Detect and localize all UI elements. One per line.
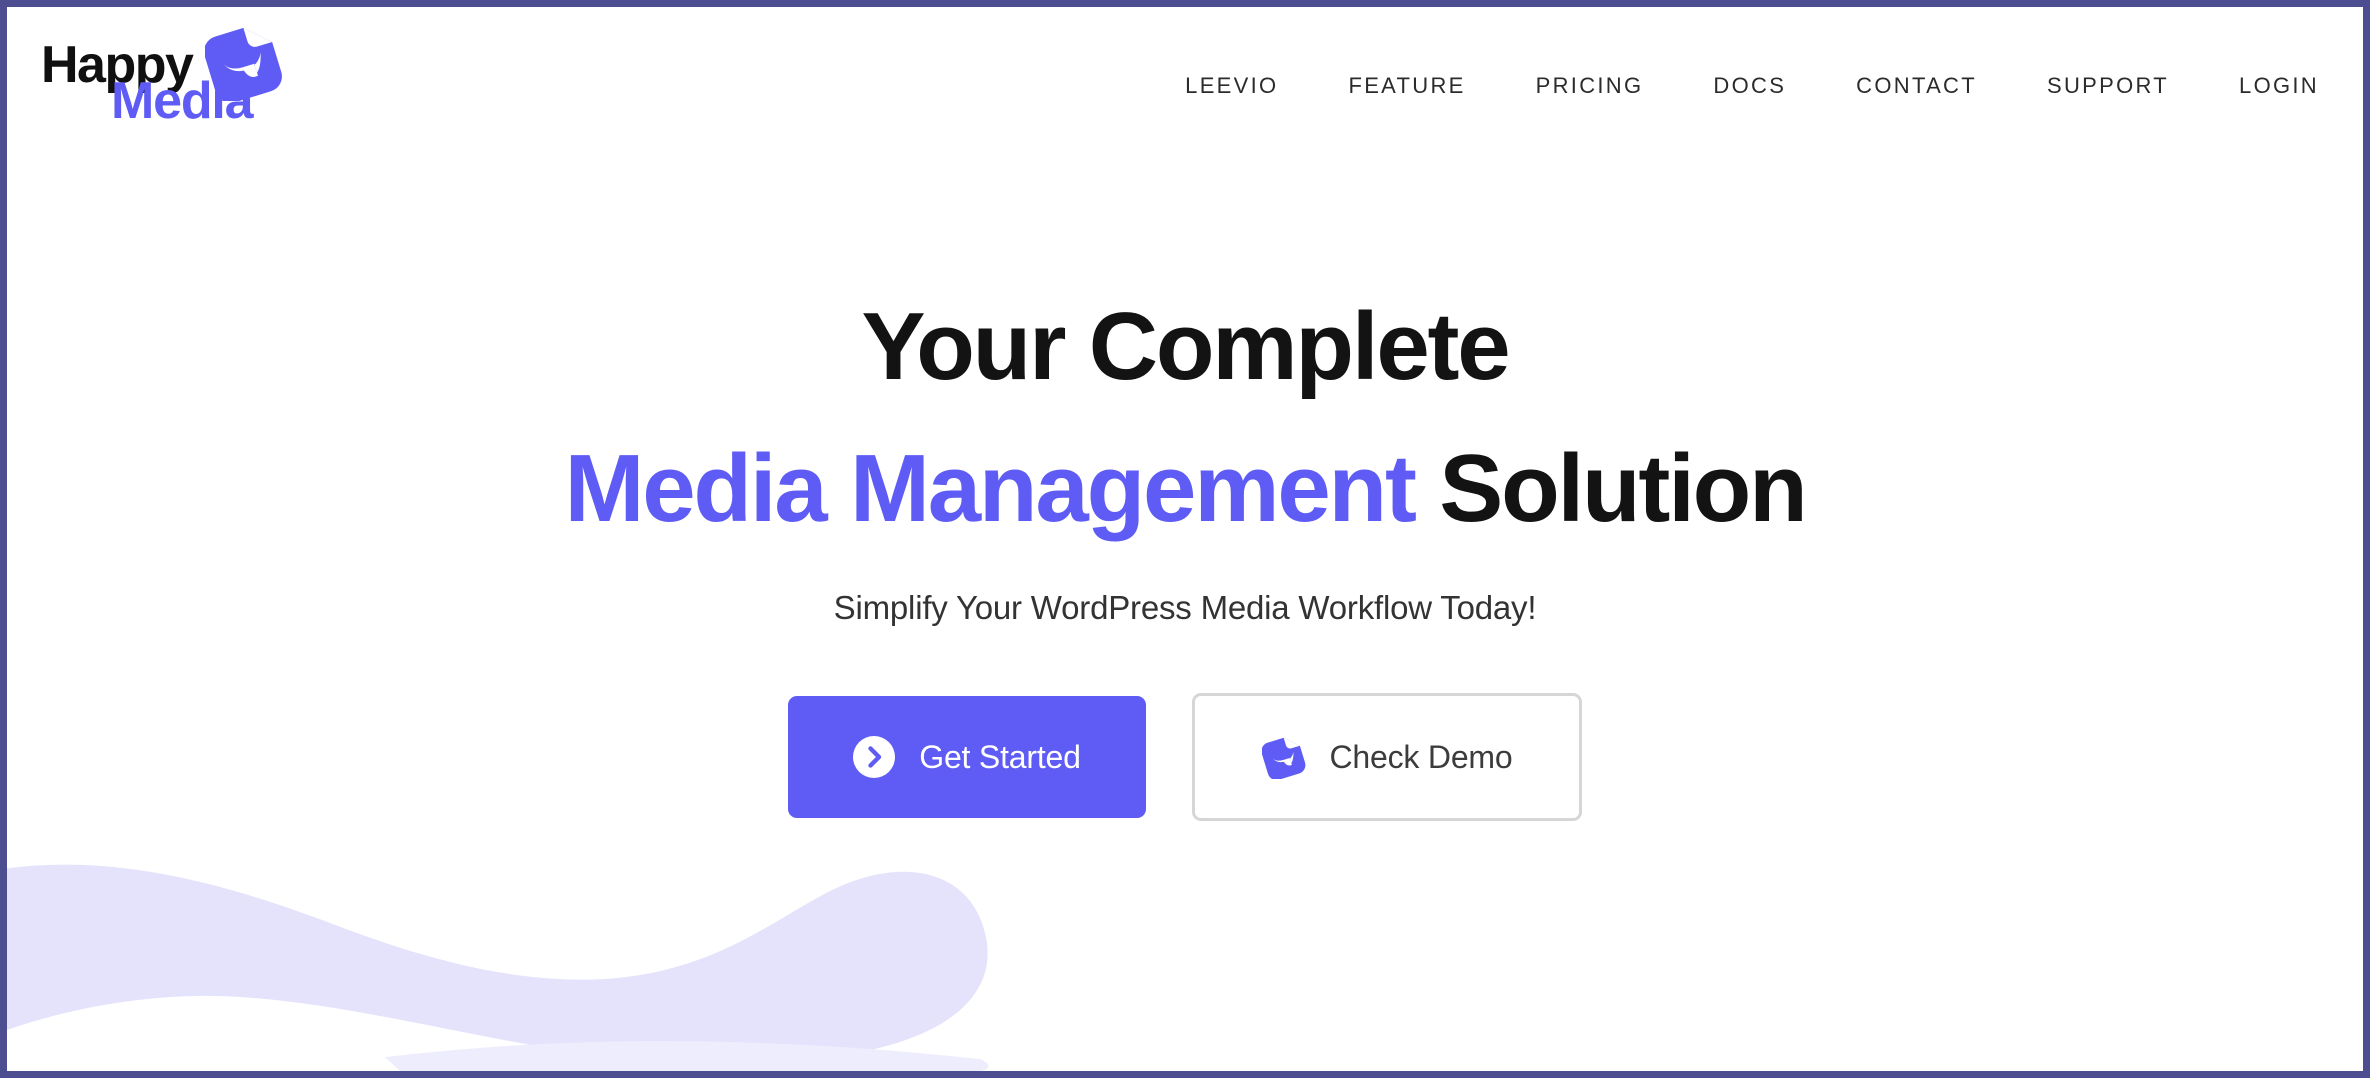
arrow-right-circle-icon [853, 736, 896, 778]
page-root: Happy Media LEEVIO FEATURE PRICING DOCS … [0, 0, 2370, 1078]
nav-item-contact[interactable]: CONTACT [1821, 73, 2012, 99]
headline-accent-text: Media Management [564, 435, 1417, 542]
nav-item-support[interactable]: SUPPORT [2012, 73, 2204, 99]
nav-item-leevio[interactable]: LEEVIO [1150, 73, 1313, 99]
happy-media-mark-icon [205, 27, 282, 101]
headline-line-2: Media Management Solution [7, 441, 2363, 537]
get-started-button[interactable]: Get Started [788, 696, 1146, 818]
blob-shape-primary [7, 864, 988, 1066]
check-demo-button[interactable]: Check Demo [1192, 693, 1582, 821]
blob-shape-secondary [384, 1041, 989, 1071]
nav-item-docs[interactable]: DOCS [1678, 73, 1821, 99]
hero-subheadline: Simplify Your WordPress Media Workflow T… [833, 589, 1537, 626]
check-demo-label: Check Demo [1329, 738, 1513, 775]
hero-cta-row: Get Started Check Demo [7, 693, 2363, 821]
get-started-label: Get Started [919, 738, 1081, 775]
site-logo[interactable]: Happy Media [37, 25, 287, 145]
hero-headline: Your Complete Media Management Solution [7, 299, 2363, 537]
headline-line-1: Your Complete [861, 293, 1510, 400]
primary-navigation: LEEVIO FEATURE PRICING DOCS CONTACT SUPP… [1150, 73, 2325, 99]
nav-item-pricing[interactable]: PRICING [1501, 73, 1679, 99]
nav-item-feature[interactable]: FEATURE [1313, 73, 1500, 99]
hero-section: Your Complete Media Management Solution … [7, 299, 2363, 821]
happy-media-mark-icon [1261, 737, 1305, 779]
nav-item-login[interactable]: LOGIN [2204, 73, 2325, 99]
site-header: Happy Media LEEVIO FEATURE PRICING DOCS … [7, 7, 2363, 147]
headline-rest-text: Solution [1414, 435, 1808, 542]
